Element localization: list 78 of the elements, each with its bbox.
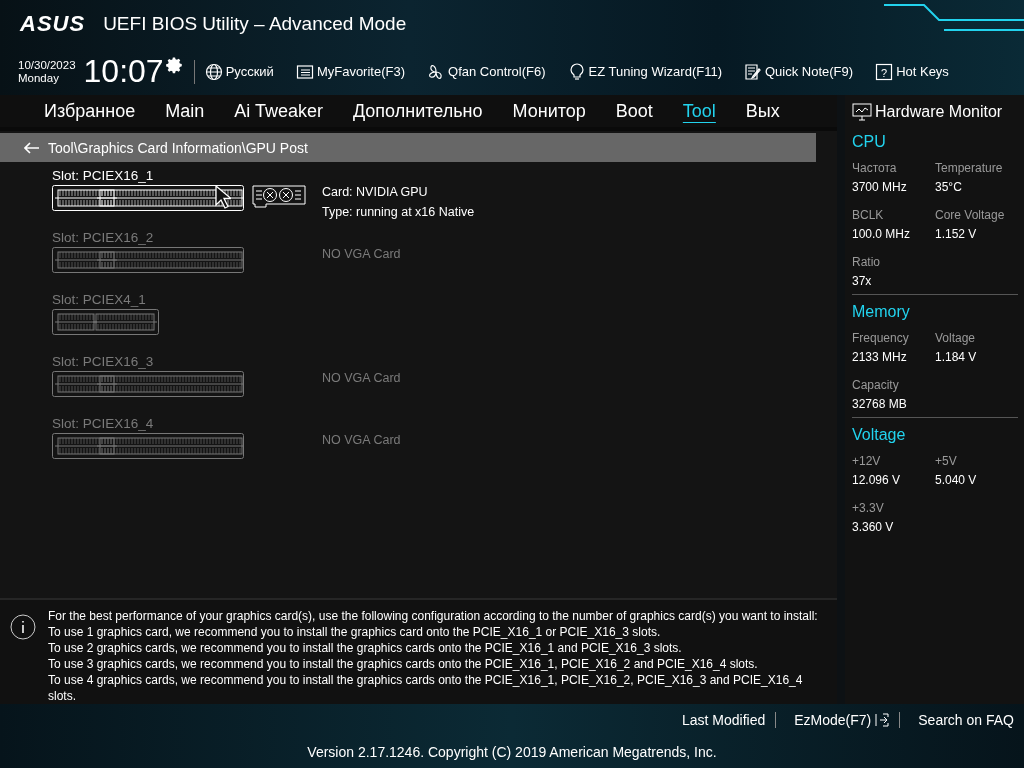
menu-tab[interactable]: Дополнительно [352,100,483,122]
breadcrumb-path: Tool\Graphics Card Information\GPU Post [48,139,308,156]
toolbar-button[interactable]: Qfan Control(F6) [427,62,546,81]
menu-tab[interactable]: Избранное [44,100,136,122]
sensor-value: 37x [852,274,873,288]
sensor-value: 1.152 V [935,227,978,241]
help-text: For the best performance of your graphics card(s), use the following configuration according to the number of graphics card(s) you want to install: [47,608,819,624]
slot-label: Slot: PCIEX4_1 [52,292,147,307]
help-text: To use 4 graphics cards, we recommend you to install the graphics cards onto the PCIE_X16_1, PCIE_X16_2, PCIE_X16_3 and PCIE_X16_4 slots. [47,672,804,704]
sensor-label: Частота [852,161,898,175]
back-arrow-icon[interactable] [24,141,40,154]
clock-time: 10:07 [83,53,164,90]
globe-icon [204,62,223,81]
sensor-value: 2133 MHz [852,350,908,364]
panel-title: Hardware Monitor [875,103,1003,121]
section-heading: Memory [852,303,911,321]
window-title: UEFI BIOS Utility – Advanced Mode [103,13,407,35]
menu-tab[interactable]: Монитор [512,100,586,122]
toolbar-button[interactable]: MyFavorite(F3) [295,62,405,81]
card-info-text: Card: NVIDIA GPU [322,185,429,199]
menu-tab[interactable]: Ai Tweaker [234,100,323,122]
sensor-label: Capacity [852,378,900,392]
sensor-label: Core Voltage [935,208,1006,222]
sensor-value: 32768 MB [852,397,908,411]
exit-icon [875,713,890,727]
sensor-value: 3700 MHz [852,180,908,194]
help-text: To use 1 graphics card, we recommend you to install the graphics card onto the PCIE_X16_1 or PCIE_X16_3 slots. [47,624,662,640]
slot-label: Slot: PCIEX16_2 [52,230,155,245]
date-text: 10/30/2023 [18,58,76,72]
help-text: To use 2 graphics cards, we recommend you to install the graphics cards onto the PCIE_X16_1 and PCIE_X16_3 slots. [47,640,683,656]
footer-link[interactable]: Search on FAQ [899,712,1024,728]
sensor-label: +12V [852,454,882,468]
toolbar-button[interactable]: Quick Note(F9) [744,62,854,81]
menu-tab[interactable]: Main [165,100,205,122]
folder-list-icon [295,62,314,81]
slot-label: Slot: PCIEX16_4 [52,416,155,431]
copyright-text: Version 2.17.1246. Copyright (C) 2019 American Megatrends, Inc. [307,744,717,760]
sensor-label: +5V [935,454,958,468]
asus-logo: ASUS [20,11,86,37]
slot-label: Slot: PCIEX16_3 [52,354,155,369]
sensor-label: Voltage [935,331,977,345]
sensor-value: 1.184 V [935,350,978,364]
section-heading: Voltage [852,426,907,444]
card-info-text: NO VGA Card [322,433,401,447]
note-edit-icon [744,62,762,81]
sensor-value: 35°C [935,180,963,194]
mouse-pointer-icon [215,185,231,209]
slot-label: Slot: PCIEX16_1 [52,168,155,183]
graphics-card-icon [252,185,306,209]
toolbar-button[interactable]: EZ Tuning Wizard(F11) [567,62,722,81]
sensor-value: 3.360 V [852,520,895,534]
card-info-text: Type: running at x16 Native [322,205,475,219]
footer-link[interactable]: EzMode(F7) [775,712,900,728]
sensor-label: Ratio [852,255,881,269]
sensor-value: 100.0 MHz [852,227,912,241]
fan-icon [427,62,445,81]
help-icon: ? [875,62,894,81]
menu-tab[interactable]: Вых [745,100,780,122]
weekday-text: Monday [18,71,60,85]
footer-link[interactable]: Last Modified [663,712,776,728]
sensor-value: 12.096 V [852,473,902,487]
toolbar-button[interactable]: ? Hot Keys [875,62,949,81]
monitor-icon [852,102,872,122]
menu-tab[interactable]: Tool [682,100,716,122]
sensor-label: Frequency [852,331,910,345]
toolbar-button[interactable]: Русский [204,62,274,81]
info-icon [10,614,36,640]
help-text: To use 3 graphics cards, we recommend you to install the graphics cards onto the PCIE_X16_1, PCIE_X16_2 and PCIE_X16_4 slots. [47,656,759,672]
card-info-text: NO VGA Card [322,247,401,261]
menu-tab[interactable]: Boot [615,100,653,122]
sensor-label: +3.3V [852,501,885,515]
sensor-value: 5.040 V [935,473,978,487]
settings-icon[interactable] [165,56,184,74]
sensor-label: BCLK [852,208,885,222]
card-info-text: NO VGA Card [322,371,401,385]
sensor-label: Temperature [935,161,1004,175]
lightbulb-icon [567,62,586,81]
section-heading: CPU [852,133,887,151]
